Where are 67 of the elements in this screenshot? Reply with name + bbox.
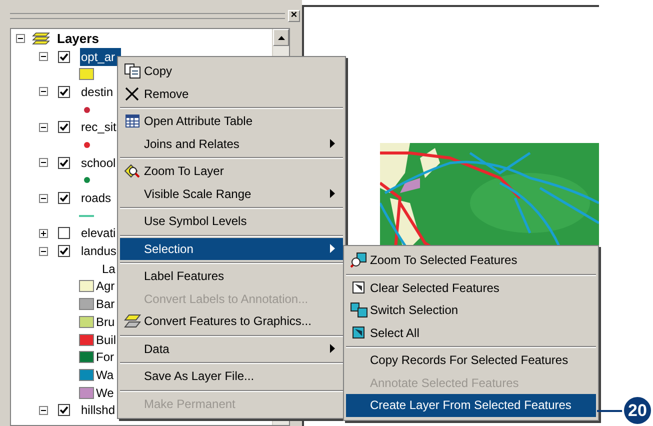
zoom-icon	[124, 163, 142, 180]
menu-item[interactable]: Copy Records For Selected Features	[346, 349, 596, 372]
switch-selection-icon	[350, 302, 368, 318]
layer-name[interactable]: landus	[80, 242, 118, 260]
layer-name[interactable]: roads	[80, 189, 112, 208]
menu-item[interactable]: Selection	[120, 238, 343, 260]
collapse-icon[interactable]	[39, 87, 48, 96]
menu-item[interactable]: Label Features	[120, 265, 343, 288]
collapse-icon[interactable]	[39, 52, 48, 62]
menu-item[interactable]: Zoom To Layer	[120, 160, 343, 182]
menu-item[interactable]: Joins and Relates	[120, 132, 343, 155]
checkbox[interactable]	[58, 86, 70, 98]
menu-item[interactable]: Data	[120, 338, 343, 360]
checkbox[interactable]	[58, 245, 70, 258]
step-number-callout: 20	[622, 395, 653, 426]
layers-icon	[32, 32, 50, 46]
menu-item[interactable]: Save As Layer File...	[120, 365, 343, 388]
layer-name[interactable]: hillshd	[80, 401, 116, 420]
scroll-up-icon[interactable]	[278, 36, 284, 40]
checkbox[interactable]	[58, 156, 70, 169]
panel-grip[interactable]	[10, 12, 285, 18]
legend-label: We	[96, 384, 114, 402]
zoom-selected-icon	[350, 252, 368, 268]
close-button[interactable]: ×	[288, 10, 300, 22]
checkbox[interactable]	[58, 192, 70, 204]
menu-item[interactable]: Switch Selection	[346, 299, 596, 322]
copy-icon	[124, 63, 142, 80]
collapse-icon[interactable]	[39, 194, 48, 203]
checkbox[interactable]	[58, 404, 70, 416]
menu-item[interactable]: Copy	[120, 60, 343, 82]
submenu-arrow-icon	[330, 244, 335, 254]
menu-item[interactable]: Open Attribute Table	[120, 110, 343, 132]
collapse-icon[interactable]	[39, 158, 48, 168]
legend-label: For	[96, 349, 114, 366]
table-icon	[124, 113, 142, 130]
menu-item[interactable]: Clear Selected Features	[346, 276, 596, 299]
menu-item[interactable]: Use Symbol Levels	[120, 210, 343, 232]
checkbox[interactable]	[58, 50, 70, 63]
submenu-arrow-icon	[330, 139, 335, 148]
collapse-icon[interactable]	[39, 122, 48, 132]
layer-name[interactable]: elevati	[80, 224, 117, 242]
legend-label: Bar	[96, 296, 115, 314]
layer-name[interactable]: school	[80, 154, 117, 172]
submenu-arrow-icon	[330, 189, 335, 198]
checkbox[interactable]	[58, 227, 70, 240]
legend-heading: La	[101, 260, 116, 278]
collapse-icon[interactable]	[39, 246, 48, 256]
menu-item[interactable]: Select All	[346, 322, 596, 344]
expand-icon[interactable]	[39, 228, 48, 238]
legend-label: Wa	[96, 366, 114, 384]
layer-name[interactable]: opt_ar	[80, 48, 122, 66]
layer-name[interactable]: rec_sit	[80, 118, 118, 136]
layer-name[interactable]: destin	[80, 82, 114, 101]
menu-item[interactable]: Zoom To Selected Features	[346, 249, 596, 272]
legend-label: Agr	[96, 278, 115, 296]
menu-item[interactable]: Create Layer From Selected Features	[346, 394, 596, 416]
tree-root-label[interactable]: Layers	[57, 29, 99, 49]
menu-item[interactable]: Visible Scale Range	[120, 182, 343, 205]
legend-label: Buil	[96, 332, 116, 349]
collapse-icon[interactable]	[39, 406, 48, 415]
collapse-icon[interactable]	[16, 34, 25, 44]
menu-item[interactable]: Convert Features to Graphics...	[120, 310, 343, 332]
submenu-arrow-icon	[330, 344, 335, 354]
legend-label: Bru	[96, 314, 115, 331]
menu-item[interactable]: Remove	[120, 82, 343, 105]
graphics-icon	[124, 313, 142, 330]
checkbox[interactable]	[58, 121, 70, 134]
